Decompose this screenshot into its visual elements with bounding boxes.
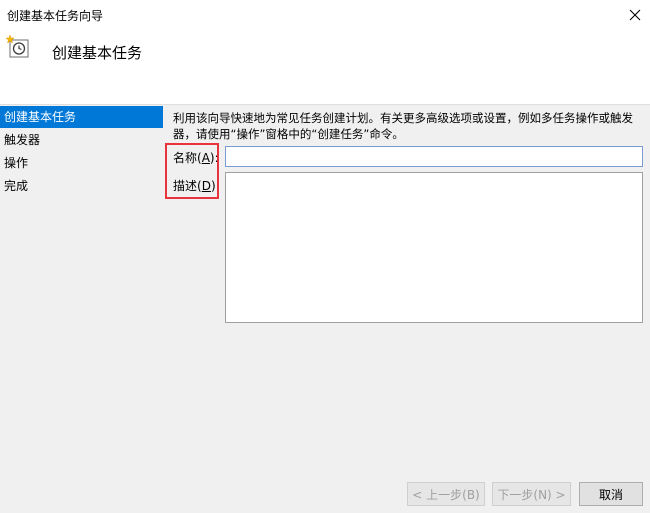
cancel-button[interactable]: 取消 bbox=[579, 482, 643, 506]
annotation-highlight-box bbox=[165, 143, 219, 199]
sidebar-step-item: 完成 bbox=[4, 179, 29, 193]
main-panel: 利用该向导快速地为常见任务创建计划。有关更多高级选项或设置，例如多任务操作或触发… bbox=[163, 106, 650, 476]
sidebar-step-item: 触发器 bbox=[4, 133, 41, 147]
window-title: 创建基本任务向导 bbox=[7, 9, 104, 23]
wizard-steps: 创建基本任务触发器操作完成 bbox=[0, 106, 163, 513]
sidebar-step-item: 创建基本任务 bbox=[0, 106, 163, 128]
title-bar: 创建基本任务向导 bbox=[0, 0, 650, 30]
wizard-description: 利用该向导快速地为常见任务创建计划。有关更多高级选项或设置，例如多任务操作或触发… bbox=[173, 111, 633, 141]
description-input[interactable] bbox=[225, 172, 643, 323]
page-heading: 创建基本任务 bbox=[52, 44, 143, 62]
name-input[interactable] bbox=[225, 146, 643, 167]
scheduled-task-icon bbox=[5, 34, 29, 58]
close-button[interactable] bbox=[620, 0, 650, 30]
close-icon bbox=[629, 9, 641, 21]
back-button[interactable]: < 上一步(B) bbox=[407, 482, 485, 506]
next-button[interactable]: 下一步(N) > bbox=[492, 482, 571, 506]
sidebar-step-item: 操作 bbox=[4, 156, 29, 170]
wizard-header: 创建基本任务 bbox=[0, 30, 650, 105]
